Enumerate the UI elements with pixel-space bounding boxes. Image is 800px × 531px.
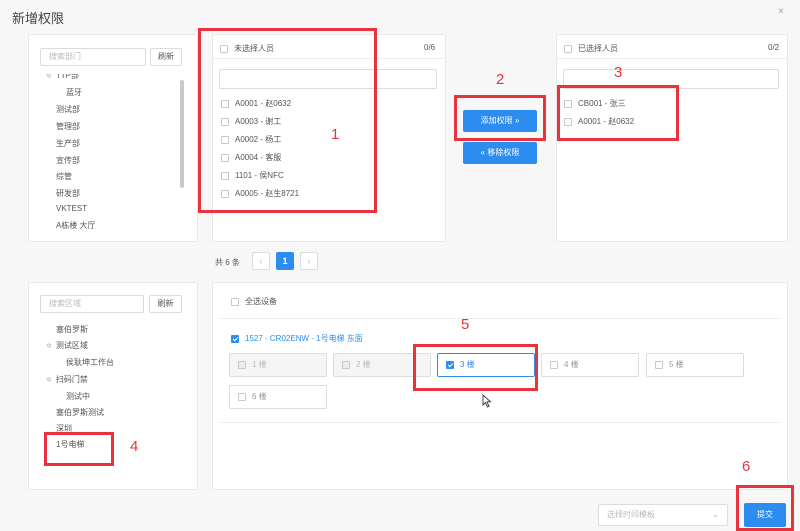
- remove-permission-button[interactable]: « 移除权限: [463, 142, 537, 164]
- annotation-number-4: 4: [130, 438, 139, 455]
- department-search-input[interactable]: 搜索部门: [40, 48, 146, 66]
- department-tree-item-label: 蓝牙: [66, 88, 82, 97]
- annotation-box-5: [413, 344, 538, 391]
- area-tree-item[interactable]: ✲ 扫码门禁: [46, 374, 88, 385]
- floor-option[interactable]: 5 楼: [646, 353, 744, 377]
- annotation-number-6: 6: [742, 458, 751, 475]
- chevron-down-icon: ⌄: [712, 510, 719, 519]
- annotation-box-3: [557, 85, 679, 141]
- annotation-number-1: 1: [331, 126, 340, 143]
- department-tree-item[interactable]: 生产部: [56, 138, 80, 149]
- pager-total: 共 6 条: [215, 258, 240, 267]
- area-tree-item-label: 测试中: [66, 392, 90, 401]
- annotation-number-3: 3: [614, 64, 623, 81]
- floor-label: 6 楼: [252, 392, 267, 401]
- floor-option: 1 楼: [229, 353, 327, 377]
- pager-page-1[interactable]: 1: [276, 252, 294, 270]
- floor-label: 1 楼: [252, 360, 267, 369]
- annotation-number-5: 5: [461, 316, 470, 333]
- area-tree-item[interactable]: 塞伯罗斯: [56, 324, 88, 335]
- device-divider-top: [220, 318, 780, 319]
- area-tree-item-label: 塞伯罗斯: [56, 325, 88, 334]
- time-template-placeholder: 选择时间模板: [607, 510, 655, 519]
- department-tree-item-label: 管理部: [56, 122, 80, 131]
- department-scrollbar[interactable]: [180, 80, 184, 188]
- annotation-box-1: [198, 28, 377, 213]
- expand-icon[interactable]: ✲: [46, 377, 52, 384]
- department-tree-item-label: 宣传部: [56, 156, 80, 165]
- department-tree-item[interactable]: 宣传部: [56, 155, 80, 166]
- unselected-count: 0/6: [424, 43, 436, 52]
- department-tree-item-label: A栋楼 大厅: [56, 221, 96, 230]
- area-tree-item-label: 侯耿坤工作台: [66, 358, 114, 367]
- department-tree-item-label: 研发部: [56, 189, 80, 198]
- floor-checkbox: [238, 360, 246, 369]
- area-search-input[interactable]: 搜索区域: [40, 295, 144, 313]
- area-refresh-button[interactable]: 刷新: [149, 295, 182, 313]
- time-template-select[interactable]: 选择时间模板 ⌄: [598, 504, 728, 526]
- department-tree-item[interactable]: 测试部: [56, 104, 80, 115]
- area-tree-item[interactable]: 测试中: [66, 391, 90, 402]
- department-tree-item-label: 生产部: [56, 139, 80, 148]
- department-tree-item[interactable]: 研发部: [56, 188, 80, 199]
- mouse-cursor-icon: [482, 393, 492, 410]
- select-all-devices-checkbox[interactable]: [231, 297, 239, 306]
- floor-label: 5 楼: [669, 360, 684, 369]
- device-label: 1527 - CR02ENW - 1号电梯 东面: [245, 334, 363, 343]
- expand-icon[interactable]: ✲: [46, 343, 52, 350]
- floor-checkbox[interactable]: [238, 392, 246, 401]
- device-checkbox[interactable]: [231, 334, 239, 343]
- department-tree-item[interactable]: 管理部: [56, 121, 80, 132]
- annotation-box-4: [44, 432, 114, 466]
- pager-prev-button[interactable]: ‹: [252, 252, 270, 270]
- select-all-devices-label: 全选设备: [245, 297, 277, 306]
- annotation-number-2: 2: [496, 71, 505, 88]
- area-tree-item[interactable]: 塞伯罗斯测试: [56, 407, 104, 418]
- pager-next-button[interactable]: ›: [300, 252, 318, 270]
- select-all-devices[interactable]: 全选设备: [231, 296, 277, 307]
- floor-label: 4 楼: [564, 360, 579, 369]
- department-tree-item-label: VKTEST: [56, 204, 88, 213]
- selected-divider: [556, 58, 788, 59]
- department-tree-item-label: 测试部: [56, 105, 80, 114]
- area-tree-item[interactable]: ✲ 测试区域: [46, 340, 88, 351]
- dialog-title: 新增权限: [12, 11, 65, 26]
- annotation-box-2: [454, 95, 546, 141]
- annotation-box-6: [736, 485, 794, 531]
- expand-icon[interactable]: ✲: [46, 74, 52, 80]
- selected-header: 已选择人员: [564, 43, 618, 54]
- floor-option[interactable]: 6 楼: [229, 385, 327, 409]
- floor-checkbox[interactable]: [550, 360, 558, 369]
- close-icon[interactable]: ×: [778, 6, 784, 17]
- area-tree-item[interactable]: 侯耿坤工作台: [66, 357, 114, 368]
- selected-header-label: 已选择人员: [578, 44, 618, 53]
- device-row[interactable]: 1527 - CR02ENW - 1号电梯 东面: [231, 333, 363, 344]
- selected-select-all-checkbox[interactable]: [564, 44, 572, 53]
- area-tree-item-label: 测试区域: [55, 341, 88, 350]
- department-tree-item[interactable]: A栋楼 大厅: [56, 220, 96, 231]
- selected-count: 0/2: [768, 43, 780, 52]
- department-tree-item-label: 综管: [56, 172, 72, 181]
- device-divider-bottom: [220, 422, 780, 423]
- department-tree-item[interactable]: VKTEST: [56, 204, 87, 213]
- department-refresh-button[interactable]: 刷新: [150, 48, 182, 66]
- department-tree-item[interactable]: 综管: [56, 171, 72, 182]
- area-tree-item-label: 塞伯罗斯测试: [56, 408, 104, 417]
- floor-checkbox[interactable]: [655, 360, 663, 369]
- floor-option[interactable]: 4 楼: [541, 353, 639, 377]
- area-tree-item-label: 扫码门禁: [55, 375, 88, 384]
- department-tree-item[interactable]: 蓝牙: [66, 87, 82, 98]
- floor-checkbox: [342, 360, 350, 369]
- floor-label: 2 楼: [356, 360, 371, 369]
